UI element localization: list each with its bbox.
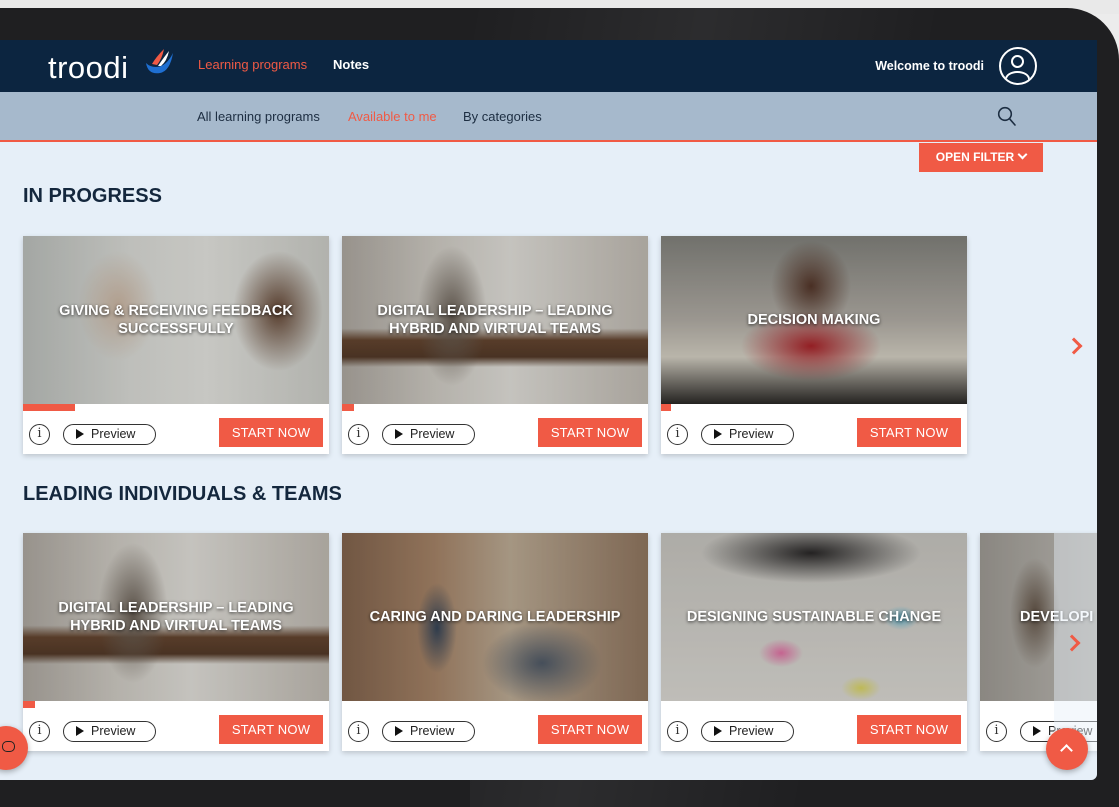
program-card[interactable]: CARING AND DARING LEADERSHIP i Preview S…: [342, 533, 648, 751]
preview-label: Preview: [729, 724, 774, 738]
preview-button[interactable]: Preview: [382, 721, 475, 742]
start-now-button[interactable]: START NOW: [219, 715, 323, 744]
start-now-button[interactable]: START NOW: [219, 418, 323, 447]
search-icon[interactable]: [997, 106, 1017, 128]
preview-button[interactable]: Preview: [701, 721, 794, 742]
play-icon: [76, 726, 84, 736]
play-icon: [714, 429, 722, 439]
logo-mark-icon: [146, 49, 173, 74]
preview-button[interactable]: Preview: [63, 721, 156, 742]
start-now-button[interactable]: START NOW: [857, 418, 961, 447]
logo[interactable]: troodi: [48, 50, 129, 86]
play-icon: [1033, 726, 1041, 736]
preview-label: Preview: [729, 427, 774, 441]
app-screen: troodi Learning programs Notes Welcome t…: [0, 40, 1097, 780]
program-card[interactable]: DECISION MAKING i Preview START NOW: [661, 236, 967, 454]
info-icon[interactable]: i: [667, 721, 688, 742]
welcome-text: Welcome to troodi: [875, 59, 984, 73]
card-title: DIGITAL LEADERSHIP – LEADING HYBRID AND …: [377, 302, 613, 337]
nav-notes[interactable]: Notes: [333, 57, 369, 72]
tab-by-categories[interactable]: By categories: [463, 109, 542, 124]
progress-bar: [342, 404, 354, 411]
info-icon[interactable]: i: [348, 424, 369, 445]
top-navigation-bar: troodi Learning programs Notes Welcome t…: [0, 40, 1097, 92]
chevron-up-icon: [1060, 744, 1073, 757]
section-title-in-progress: IN PROGRESS: [23, 185, 162, 207]
info-icon[interactable]: i: [29, 424, 50, 445]
program-card[interactable]: DESIGNING SUSTAINABLE CHANGE i Preview S…: [661, 533, 967, 751]
scroll-to-top-button[interactable]: [1046, 728, 1088, 770]
chevron-right-icon[interactable]: [1065, 337, 1083, 355]
play-icon: [395, 429, 403, 439]
card-title: GIVING & RECEIVING FEEDBACK SUCCESSFULLY: [59, 302, 293, 337]
card-title: CARING AND DARING LEADERSHIP: [369, 608, 621, 625]
preview-label: Preview: [410, 724, 455, 738]
section-title-leading-individuals-teams: LEADING INDIVIDUALS & TEAMS: [23, 483, 342, 505]
info-icon[interactable]: i: [348, 721, 369, 742]
start-now-button[interactable]: START NOW: [857, 715, 961, 744]
play-icon: [714, 726, 722, 736]
card-title: DESIGNING SUSTAINABLE CHANGE: [686, 608, 942, 625]
chevron-down-icon: [1017, 149, 1028, 160]
preview-button[interactable]: Preview: [701, 424, 794, 445]
preview-label: Preview: [91, 427, 136, 441]
nav-learning-programs[interactable]: Learning programs: [198, 57, 307, 72]
progress-bar: [23, 404, 75, 411]
info-icon[interactable]: i: [29, 721, 50, 742]
start-now-button[interactable]: START NOW: [538, 418, 642, 447]
preview-button[interactable]: Preview: [382, 424, 475, 445]
open-filter-button[interactable]: OPEN FILTER: [919, 143, 1043, 172]
sub-navigation-bar: All learning programs Available to me By…: [0, 92, 1097, 142]
chat-icon: [2, 741, 15, 752]
user-icon[interactable]: [999, 47, 1037, 85]
program-card[interactable]: DIGITAL LEADERSHIP – LEADING HYBRID AND …: [23, 533, 329, 751]
progress-bar: [661, 404, 671, 411]
tab-all-learning-programs[interactable]: All learning programs: [197, 109, 320, 124]
program-card[interactable]: DIGITAL LEADERSHIP – LEADING HYBRID AND …: [342, 236, 648, 454]
program-card[interactable]: GIVING & RECEIVING FEEDBACK SUCCESSFULLY…: [23, 236, 329, 454]
info-icon[interactable]: i: [667, 424, 688, 445]
preview-label: Preview: [91, 724, 136, 738]
play-icon: [76, 429, 84, 439]
card-title: DIGITAL LEADERSHIP – LEADING HYBRID AND …: [58, 599, 294, 634]
preview-button[interactable]: Preview: [63, 424, 156, 445]
play-icon: [395, 726, 403, 736]
open-filter-label: OPEN FILTER: [935, 150, 1015, 164]
card-title: DECISION MAKING: [747, 311, 881, 328]
progress-bar: [23, 701, 35, 708]
tab-available-to-me[interactable]: Available to me: [348, 109, 437, 124]
info-icon[interactable]: i: [986, 721, 1007, 742]
preview-label: Preview: [410, 427, 455, 441]
start-now-button[interactable]: START NOW: [538, 715, 642, 744]
